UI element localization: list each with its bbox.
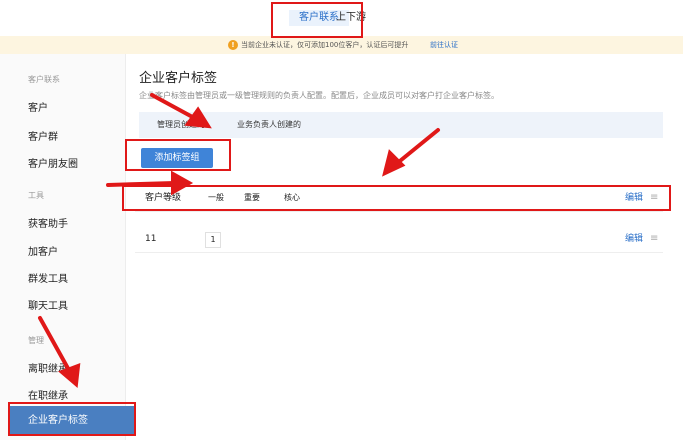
tab-admin-created[interactable]: 管理员创建的	[157, 112, 205, 138]
main-content: 企业客户标签 企业客户标签由管理员或一级管理规则的负责人配置。配置后，企业成员可…	[125, 54, 683, 440]
tag-item: 1	[205, 232, 221, 248]
sidebar-item-add-customer[interactable]: 加客户	[28, 243, 58, 258]
warning-icon: !	[228, 40, 238, 50]
tag-group-row: 11 1 编辑 ≡	[135, 226, 663, 253]
add-tag-group-button[interactable]: 添加标签组	[141, 148, 213, 168]
top-navigation-bar: 客户联系 上下游	[0, 0, 683, 37]
tag-group-name: 11	[145, 234, 157, 244]
sidebar-item-acquisition-assistant[interactable]: 获客助手	[28, 215, 68, 230]
drag-handle-icon[interactable]: ≡	[650, 185, 658, 211]
page-description: 企业客户标签由管理员或一级管理规则的负责人配置。配置后，企业成员可以对客户打企业…	[139, 91, 499, 100]
tag-group-row: 客户等级 一般 重要 核心 编辑 ≡	[135, 185, 663, 212]
verify-link[interactable]: 前往认证	[430, 36, 458, 54]
sidebar-item-resigned-inherit[interactable]: 离职继承	[28, 360, 68, 375]
verification-notice-bar: ! 当前企业未认证，仅可添加100位客户，认证后可提升 前往认证	[0, 36, 683, 54]
sidebar-item-moments[interactable]: 客户朋友圈	[28, 155, 78, 170]
tag-group-name: 客户等级	[145, 193, 182, 203]
tab-business-owner-created[interactable]: 业务负责人创建的	[237, 112, 301, 138]
tag-source-tabs: 管理员创建的 业务负责人创建的	[139, 112, 663, 138]
tag-item: 重要	[244, 193, 260, 202]
sidebar-item-onjob-inherit[interactable]: 在职继承	[28, 387, 68, 402]
sidebar-item-customers[interactable]: 客户	[28, 99, 48, 114]
sidebar-heading-management: 管理	[28, 336, 44, 345]
sidebar-item-enterprise-tags[interactable]: 企业客户标签	[10, 406, 135, 436]
sidebar-item-chat-tools[interactable]: 聊天工具	[28, 297, 68, 312]
page-title: 企业客户标签	[139, 71, 218, 86]
sidebar-heading-tools: 工具	[28, 191, 44, 200]
sidebar-item-customer-groups[interactable]: 客户群	[28, 128, 58, 143]
drag-handle-icon[interactable]: ≡	[650, 226, 658, 252]
sidebar-item-mass-message[interactable]: 群发工具	[28, 270, 68, 285]
edit-group-button[interactable]: 编辑	[625, 185, 643, 211]
sidebar: 客户联系 客户 客户群 客户朋友圈 工具 获客助手 加客户 群发工具 聊天工具 …	[0, 54, 135, 440]
sidebar-heading-customer-contact: 客户联系	[28, 75, 60, 84]
edit-group-button[interactable]: 编辑	[625, 226, 643, 252]
top-tab-upstream-downstream[interactable]: 上下游	[336, 10, 366, 26]
notice-text: 当前企业未认证，仅可添加100位客户，认证后可提升	[241, 41, 409, 49]
tag-item: 核心	[284, 193, 300, 202]
tag-item: 一般	[208, 193, 224, 202]
